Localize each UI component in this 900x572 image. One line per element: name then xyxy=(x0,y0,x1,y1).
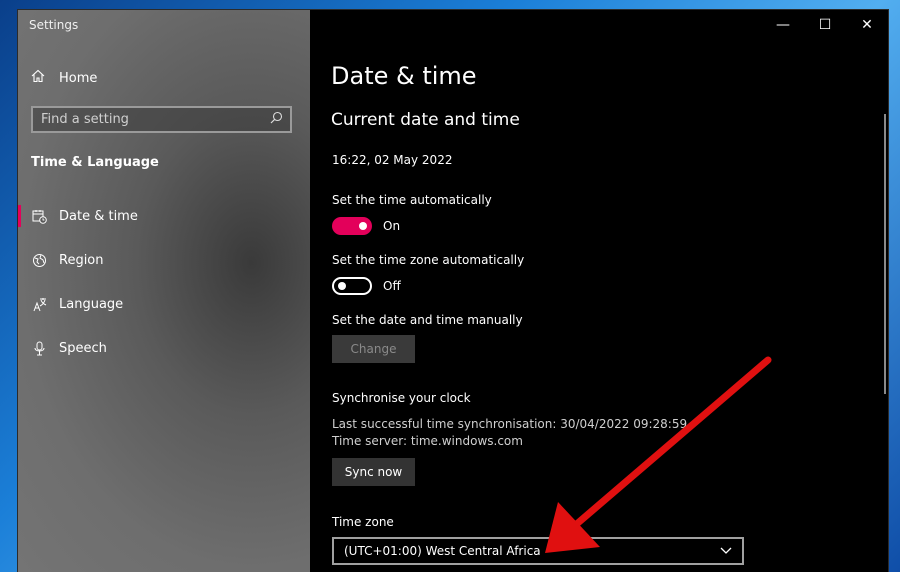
auto-zone-state: Off xyxy=(383,279,401,293)
sidebar: Settings Home Time & Language Date & tim… xyxy=(18,10,310,572)
sidebar-item-label: Region xyxy=(59,252,104,268)
current-date-value: 16:22, 02 May 2022 xyxy=(332,153,453,167)
sidebar-item-label: Date & time xyxy=(59,208,138,224)
toggle-knob xyxy=(338,282,346,290)
window-title: Settings xyxy=(29,18,79,32)
sidebar-item-language[interactable]: Language xyxy=(18,289,310,319)
auto-time-state: On xyxy=(383,219,401,233)
close-button[interactable]: ✕ xyxy=(846,10,888,40)
main-content: — ☐ ✕ Date & time Current date and time … xyxy=(310,10,888,572)
calendar-clock-icon xyxy=(31,208,47,224)
search-icon[interactable] xyxy=(270,111,283,128)
search-input[interactable] xyxy=(41,112,241,127)
language-icon xyxy=(31,296,47,312)
sidebar-item-speech[interactable]: Speech xyxy=(18,333,310,363)
current-date-heading: Current date and time xyxy=(331,110,520,130)
time-zone-value: (UTC+01:00) West Central Africa xyxy=(344,544,541,558)
sidebar-item-label: Language xyxy=(59,296,124,312)
sync-now-button[interactable]: Sync now xyxy=(332,458,415,486)
page-title: Date & time xyxy=(331,62,477,90)
sidebar-item-label: Home xyxy=(59,70,98,86)
manual-date-label: Set the date and time manually xyxy=(332,313,523,327)
time-zone-dropdown[interactable]: (UTC+01:00) West Central Africa xyxy=(332,537,744,565)
sidebar-item-label: Speech xyxy=(59,340,107,356)
time-server-text: Time server: time.windows.com xyxy=(332,434,523,448)
minimize-button[interactable]: — xyxy=(762,10,804,40)
sidebar-section-heading: Time & Language xyxy=(31,155,159,170)
last-sync-text: Last successful time synchronisation: 30… xyxy=(332,417,688,431)
settings-window: Settings Home Time & Language Date & tim… xyxy=(18,10,888,572)
auto-time-toggle[interactable] xyxy=(332,217,372,235)
auto-zone-label: Set the time zone automatically xyxy=(332,253,525,267)
sidebar-item-home[interactable]: Home xyxy=(31,67,97,89)
microphone-icon xyxy=(31,340,47,356)
toggle-knob xyxy=(359,222,367,230)
time-zone-label: Time zone xyxy=(332,515,394,529)
globe-icon xyxy=(31,252,47,268)
chevron-down-icon xyxy=(720,544,732,558)
sidebar-item-date-time[interactable]: Date & time xyxy=(18,201,310,231)
maximize-button[interactable]: ☐ xyxy=(804,10,846,40)
home-icon xyxy=(31,69,45,87)
auto-time-label: Set the time automatically xyxy=(332,193,492,207)
sidebar-item-region[interactable]: Region xyxy=(18,245,310,275)
auto-zone-toggle[interactable] xyxy=(332,277,372,295)
scrollbar[interactable] xyxy=(884,114,886,394)
sync-heading: Synchronise your clock xyxy=(332,391,471,405)
search-box[interactable] xyxy=(31,106,292,133)
change-button[interactable]: Change xyxy=(332,335,415,363)
